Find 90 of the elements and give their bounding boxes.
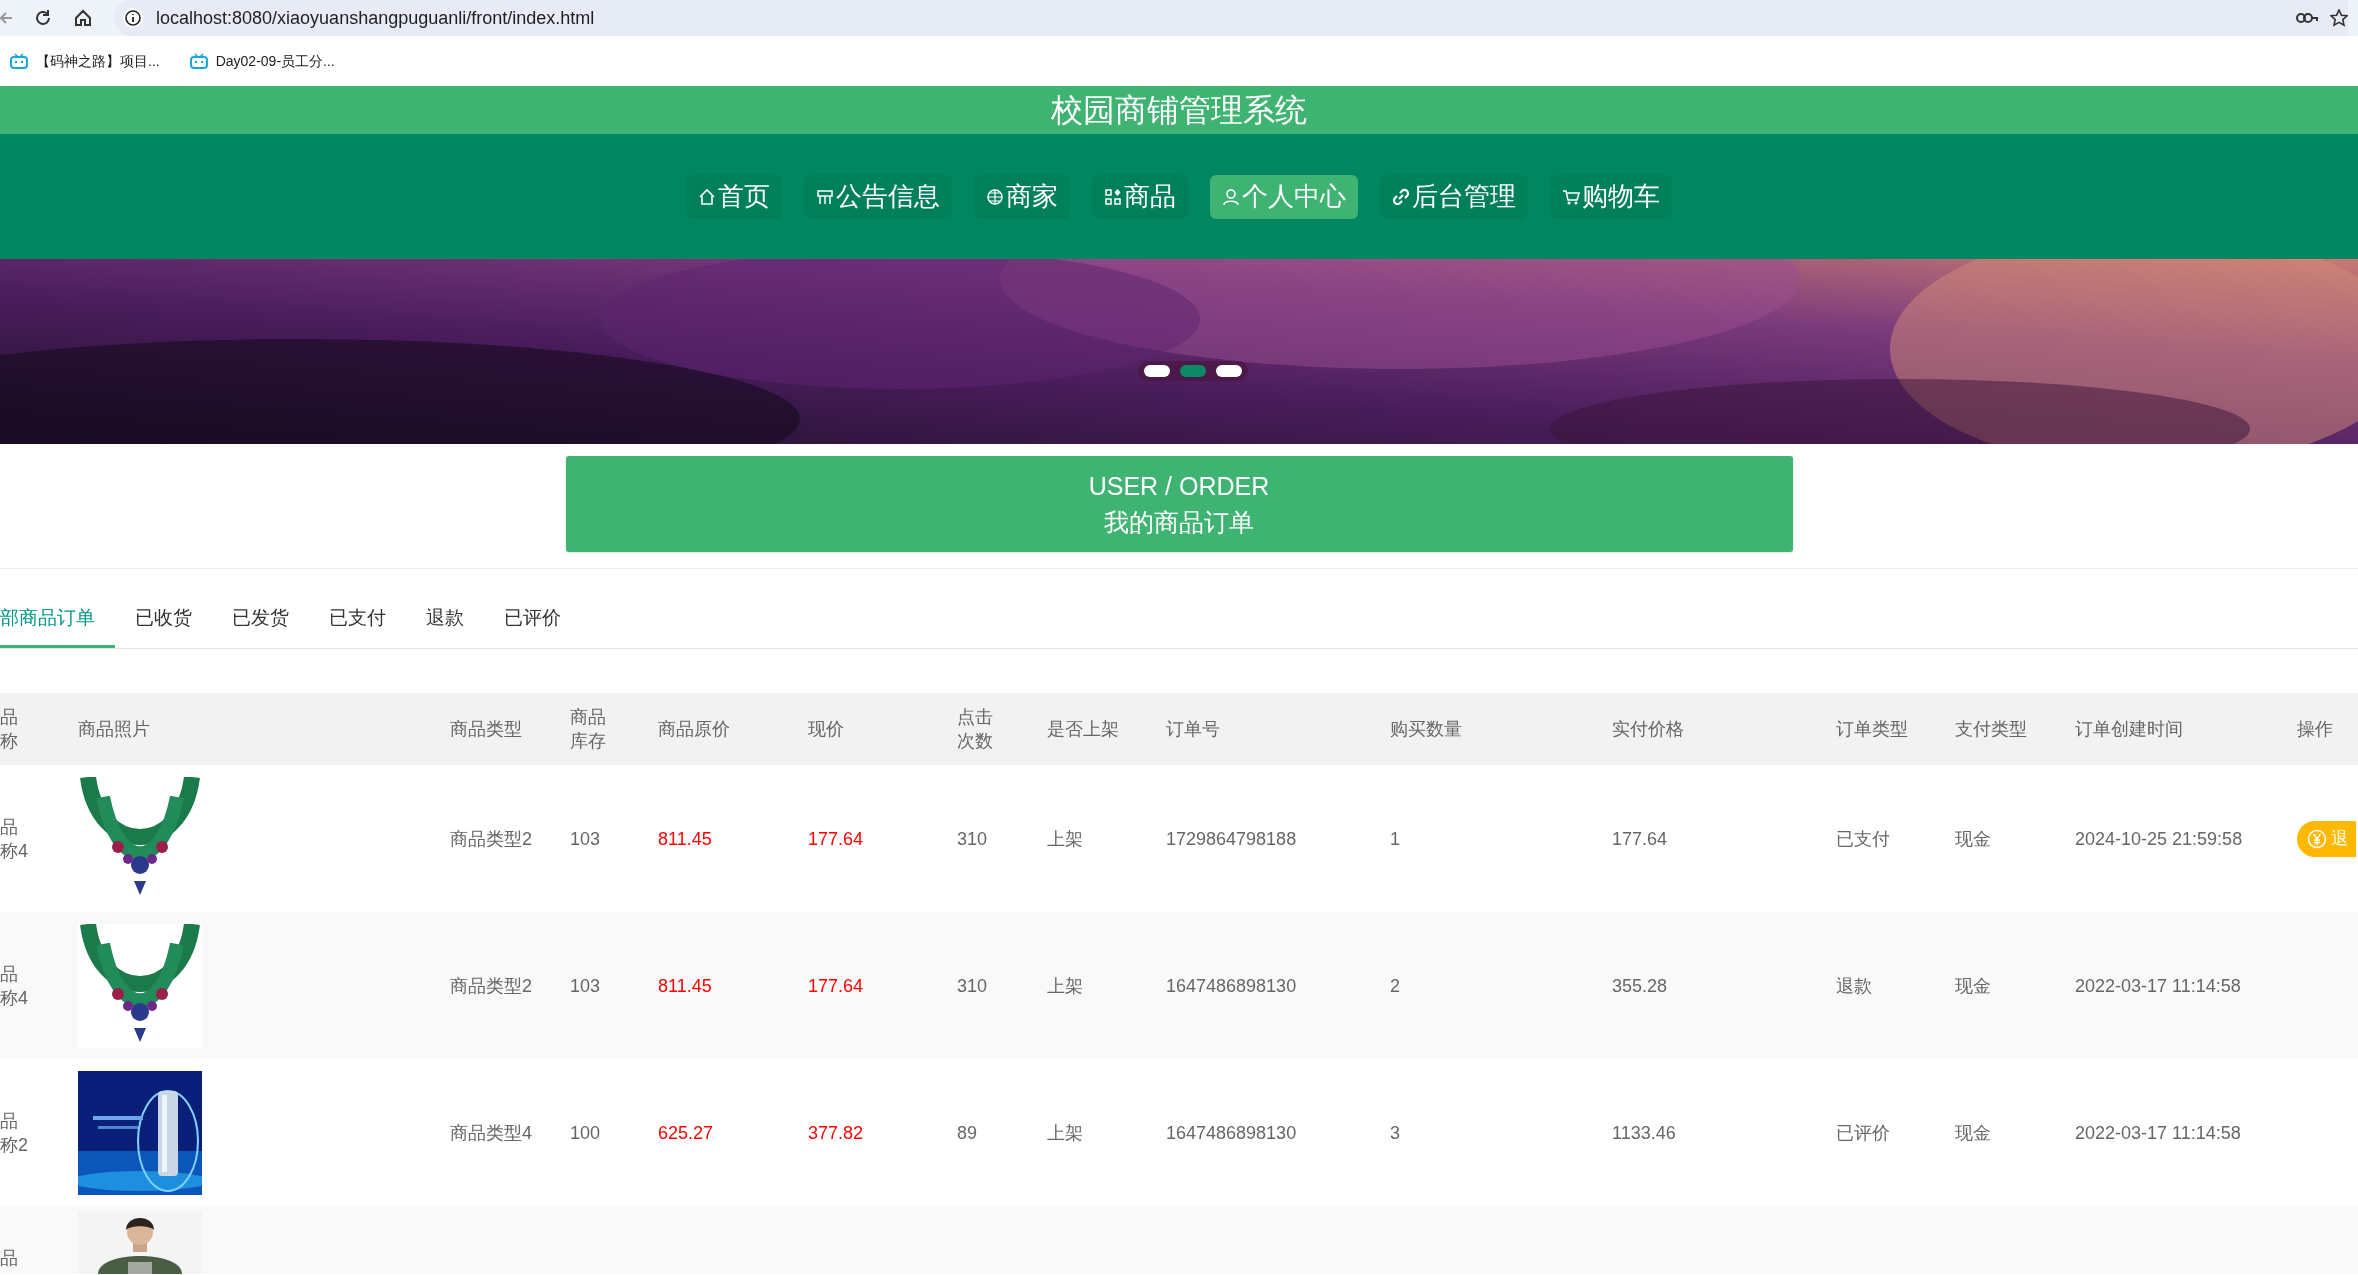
user-icon bbox=[1222, 187, 1240, 206]
table-cell: 上架 bbox=[1047, 975, 1083, 996]
home-icon[interactable] bbox=[74, 9, 92, 27]
column-header: 订单创建时间 bbox=[2075, 718, 2184, 741]
nav-item[interactable]: 购物车 bbox=[1550, 174, 1672, 219]
tv-icon bbox=[10, 53, 28, 69]
table-cell: 177.64 bbox=[808, 975, 864, 996]
table-cell: 1133.46 bbox=[1612, 1122, 1676, 1143]
cart-icon bbox=[1562, 187, 1580, 206]
column-header: 是否上架 bbox=[1047, 718, 1120, 741]
address-bar[interactable]: localhost:8080/xiaoyuanshangpuguanli/front/index.html bbox=[114, 0, 2348, 36]
site-title: 校园商铺管理系统 bbox=[1051, 91, 1307, 130]
yen-icon bbox=[2307, 828, 2327, 849]
tv-icon bbox=[189, 53, 208, 69]
reload-icon[interactable] bbox=[34, 9, 52, 27]
section-title: 我的商品订单 bbox=[1104, 507, 1254, 538]
table-cell: 310 bbox=[957, 975, 988, 996]
nav-item[interactable]: 后台管理 bbox=[1380, 174, 1528, 219]
globe-icon bbox=[986, 187, 1004, 206]
column-header: 订单类型 bbox=[1836, 718, 1909, 741]
table-cell: 2022-03-17 11:14:58 bbox=[2075, 1122, 2241, 1143]
table-cell: 625.27 bbox=[658, 1122, 714, 1143]
table-cell: 现金 bbox=[1955, 975, 1991, 996]
table-cell: 177.64 bbox=[1612, 828, 1668, 849]
table-cell: 商品类型2 bbox=[450, 975, 532, 996]
column-header: 点击次数 bbox=[957, 706, 994, 753]
tab[interactable]: 退款 bbox=[406, 604, 484, 648]
grid-icon bbox=[1104, 187, 1122, 206]
section-subtitle: USER / ORDER bbox=[1088, 471, 1270, 502]
table-cell: 上架 bbox=[1047, 828, 1083, 849]
star-icon[interactable] bbox=[2330, 9, 2348, 27]
table-cell: 现金 bbox=[1955, 1122, 1991, 1143]
info-icon[interactable] bbox=[122, 7, 144, 29]
tab[interactable]: 已评价 bbox=[484, 604, 581, 648]
column-header: 商品库存 bbox=[570, 706, 607, 753]
key-icon[interactable] bbox=[2296, 11, 2318, 25]
notice-icon bbox=[816, 187, 834, 206]
tab[interactable]: 已支付 bbox=[309, 604, 406, 648]
column-header: 订单号 bbox=[1166, 718, 1221, 741]
table-cell: 商品类型4 bbox=[450, 1122, 532, 1143]
nav-item[interactable]: 公告信息 bbox=[804, 174, 952, 219]
table-cell: 377.82 bbox=[808, 1122, 864, 1143]
table-cell-text: 品 bbox=[0, 1247, 19, 1270]
table-cell: 103 bbox=[570, 828, 601, 849]
table-cell: 3 bbox=[1390, 1122, 1400, 1143]
table-cell: 103 bbox=[570, 975, 601, 996]
table-cell-text: 品称4 bbox=[0, 815, 29, 863]
table-cell: 已支付 bbox=[1836, 828, 1890, 849]
table-cell: 1729864798188 bbox=[1166, 828, 1297, 849]
table-cell-text: 品称2 bbox=[0, 1109, 29, 1157]
table-cell: 商品类型2 bbox=[450, 828, 532, 849]
table-cell: 已评价 bbox=[1836, 1122, 1890, 1143]
table-cell: 811.45 bbox=[658, 975, 712, 996]
nav-item[interactable]: 商家 bbox=[974, 174, 1070, 219]
table-cell: 177.64 bbox=[808, 828, 864, 849]
column-header: 品称 bbox=[0, 706, 19, 753]
table-cell: 1647486898130 bbox=[1166, 1122, 1297, 1143]
bookmark[interactable]: 【码神之路】项目... bbox=[10, 50, 160, 72]
table-cell: 2 bbox=[1390, 975, 1400, 996]
table-cell: 1 bbox=[1390, 828, 1400, 849]
column-header: 现价 bbox=[808, 718, 845, 741]
column-header: 商品原价 bbox=[658, 718, 731, 741]
table-cell: 1647486898130 bbox=[1166, 975, 1297, 996]
home-icon bbox=[698, 187, 716, 206]
bookmark[interactable]: Day02-09-员工分... bbox=[189, 50, 335, 72]
table-cell: 上架 bbox=[1047, 1122, 1083, 1143]
column-header: 商品类型 bbox=[450, 718, 523, 741]
link-icon bbox=[1392, 187, 1410, 206]
table-cell: 2024-10-25 21:59:58 bbox=[2075, 828, 2243, 849]
table-cell: 现金 bbox=[1955, 828, 1991, 849]
tab[interactable]: 已发货 bbox=[212, 604, 309, 648]
nav-item[interactable]: 首页 bbox=[686, 174, 782, 219]
table-cell: 89 bbox=[957, 1122, 978, 1143]
table-cell: 355.28 bbox=[1612, 975, 1668, 996]
table-cell: 310 bbox=[957, 828, 988, 849]
column-header: 支付类型 bbox=[1955, 718, 2028, 741]
tab[interactable]: 已收货 bbox=[115, 604, 212, 648]
table-cell: 2022-03-17 11:14:58 bbox=[2075, 975, 2241, 996]
column-header: 商品照片 bbox=[78, 718, 151, 741]
tab[interactable]: 部商品订单 bbox=[0, 604, 115, 648]
column-header: 实付价格 bbox=[1612, 718, 1685, 741]
table-cell-text: 品称4 bbox=[0, 962, 29, 1010]
nav-item[interactable]: 个人中心 bbox=[1210, 174, 1358, 219]
column-header: 购买数量 bbox=[1390, 718, 1463, 741]
column-header: 操作 bbox=[2297, 718, 2334, 741]
table-cell: 811.45 bbox=[658, 828, 712, 849]
nav-item[interactable]: 商品 bbox=[1092, 174, 1188, 219]
table-cell: 退款 bbox=[1836, 975, 1872, 996]
back-icon[interactable] bbox=[0, 10, 12, 26]
table-cell: 100 bbox=[570, 1122, 601, 1143]
